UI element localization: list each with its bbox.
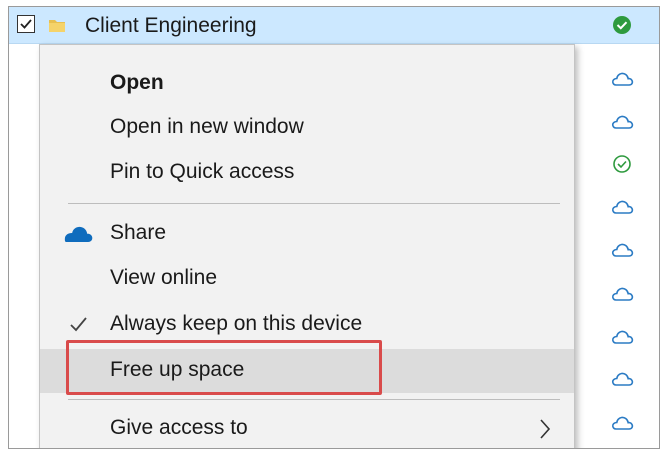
menu-separator: [68, 399, 560, 400]
menu-item-label: Share: [110, 221, 167, 244]
cloud-online-only-icon: [611, 416, 634, 430]
onedrive-cloud-icon: [64, 226, 93, 242]
chevron-right-icon: [540, 419, 551, 439]
row-checkbox[interactable]: [17, 15, 35, 33]
cloud-online-only-icon: [611, 287, 634, 301]
checkmark-icon: [20, 19, 32, 29]
cloud-online-only-icon: [611, 72, 634, 86]
menu-item-label: Open in new window: [110, 115, 304, 138]
menu-item-label: View online: [110, 266, 218, 289]
cloud-online-only-icon: [611, 330, 634, 344]
file-list: Client Engineering Open Open in new wind…: [8, 6, 660, 449]
menu-item-open[interactable]: Open: [40, 62, 574, 106]
menu-separator: [68, 203, 560, 204]
available-locally-icon: [613, 155, 631, 173]
cloud-online-only-icon: [611, 200, 634, 214]
cloud-online-only-icon: [611, 115, 634, 129]
folder-icon: [49, 20, 65, 32]
menu-item-share[interactable]: Share: [40, 212, 574, 256]
checkmark-icon: [70, 317, 87, 332]
menu-item-label: Pin to Quick access: [110, 160, 295, 183]
cloud-online-only-icon: [611, 243, 634, 257]
menu-item-label: Open: [110, 71, 164, 94]
highlight-annotation-box: [66, 340, 382, 395]
folder-name[interactable]: Client Engineering: [85, 14, 257, 38]
menu-item-label: Give access to: [110, 416, 248, 439]
menu-item-view-online[interactable]: View online: [40, 257, 574, 301]
status-column: [609, 7, 639, 448]
selected-folder-row[interactable]: Client Engineering: [9, 7, 659, 44]
menu-item-open-new-window[interactable]: Open in new window: [40, 106, 574, 150]
cloud-online-only-icon: [611, 372, 634, 386]
menu-item-pin-quick-access[interactable]: Pin to Quick access: [40, 151, 574, 195]
menu-item-label: Always keep on this device: [110, 312, 363, 335]
available-pinned-icon: [613, 16, 631, 34]
menu-item-give-access[interactable]: Give access to: [40, 407, 574, 448]
context-menu: Open Open in new window Pin to Quick acc…: [39, 44, 575, 448]
